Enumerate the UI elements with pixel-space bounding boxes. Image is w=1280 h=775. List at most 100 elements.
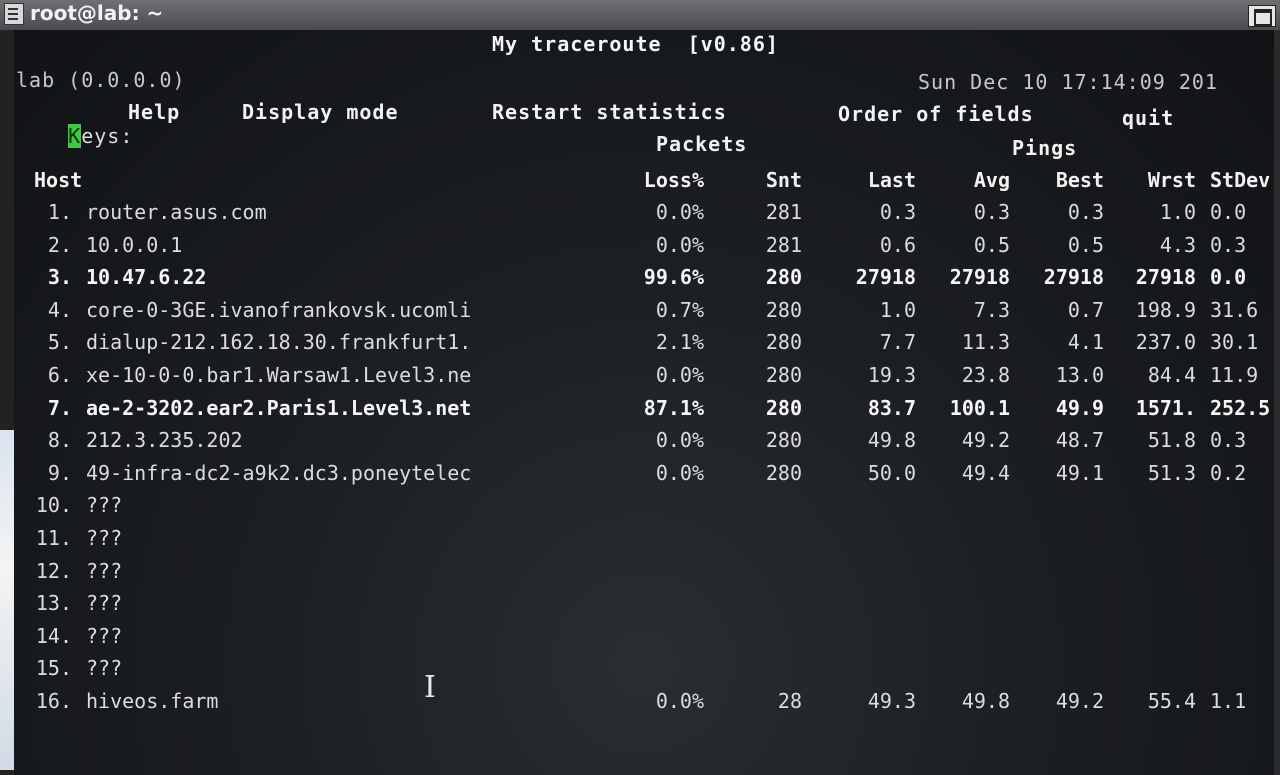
maximize-button[interactable] <box>1248 5 1276 27</box>
hop-snt: 280 <box>765 363 802 387</box>
hop-snt: 281 <box>765 232 802 257</box>
hop-wrst: 84.4 <box>1147 363 1196 387</box>
terminal-icon <box>4 3 24 25</box>
hop-num: 1. <box>47 200 72 224</box>
hop-num: 9. <box>47 460 72 485</box>
col-wrst: Wrst <box>1147 168 1196 192</box>
hop-best: 49.9 <box>1055 395 1104 420</box>
hop-loss: 2.1% <box>655 330 704 355</box>
hop-row: 7. ae-2-3202.ear2.Paris1.Level3.net 87.1% 2… <box>14 396 1274 428</box>
hop-row: 16. hiveos.farm 0.0% 28 49.3 49.8 49.2 55.4 1.1 <box>14 689 1274 721</box>
hop-wrst: 51.3 <box>1147 460 1196 485</box>
key-restart-statistics[interactable]: Restart statistics <box>492 100 727 124</box>
window-titlebar[interactable]: root@lab: ~ <box>0 0 1280 30</box>
timestamp: Sun Dec 10 17:14:09 201 <box>918 70 1218 94</box>
hop-row: 13.??? <box>14 591 1274 623</box>
hop-snt: 280 <box>765 460 802 485</box>
hop-wrst: 4.3 <box>1159 232 1196 257</box>
hop-last: 49.3 <box>867 689 916 713</box>
hop-stdev: 0.3 <box>1210 232 1247 257</box>
hop-loss: 87.1% <box>643 395 704 420</box>
keys-bar: Keys: <box>16 100 133 172</box>
hop-last: 83.7 <box>867 395 916 420</box>
hop-last: 49.8 <box>867 428 916 453</box>
hop-loss: 0.7% <box>655 297 704 322</box>
hop-loss: 0.0% <box>655 428 704 453</box>
hop-best: 49.1 <box>1055 460 1104 485</box>
hop-num: 12. <box>35 558 72 583</box>
hop-host: 10.47.6.22 <box>86 265 207 290</box>
hop-best: 13.0 <box>1055 363 1104 387</box>
hop-row: 2. 10.0.0.1 0.0% 281 0.6 0.5 0.5 4.3 0.3 <box>14 233 1274 265</box>
hop-snt: 280 <box>765 428 802 453</box>
col-host: Host <box>34 168 83 192</box>
hop-avg: 7.3 <box>973 297 1010 322</box>
hop-row: 1. router.asus.com 0.0% 281 0.3 0.3 0.3 1.0 0.0 <box>14 200 1274 232</box>
hop-snt: 280 <box>765 297 802 322</box>
hop-stdev: 0.0 <box>1210 200 1247 224</box>
hop-row: 11.??? <box>14 526 1274 558</box>
hop-num: 16. <box>35 689 72 713</box>
keys-label: eys: <box>81 124 134 148</box>
hop-host: router.asus.com <box>86 200 267 224</box>
hop-host: ae-2-3202.ear2.Paris1.Level3.net <box>86 395 472 420</box>
hop-host: ??? <box>86 493 123 518</box>
hop-snt: 281 <box>765 200 802 224</box>
hop-loss: 0.0% <box>655 460 704 485</box>
hop-loss: 0.0% <box>655 363 704 387</box>
hop-best: 49.2 <box>1055 689 1104 713</box>
hop-avg: 23.8 <box>961 363 1010 387</box>
hop-wrst: 237.0 <box>1135 330 1196 355</box>
hop-row: 4. core-0-3GE.ivanofrankovsk.ucomli 0.7% 28… <box>14 298 1274 330</box>
hop-num: 13. <box>35 591 72 616</box>
window-title: root@lab: ~ <box>30 1 164 25</box>
hop-host: 10.0.0.1 <box>86 232 183 257</box>
key-quit[interactable]: quit <box>1122 106 1174 130</box>
hop-snt: 280 <box>765 330 802 355</box>
terminal-cursor: K <box>68 124 82 148</box>
key-display-mode[interactable]: Display mode <box>242 100 399 124</box>
key-help[interactable]: Help <box>128 100 180 124</box>
hop-last: 0.6 <box>879 232 916 257</box>
hop-snt: 280 <box>765 265 802 290</box>
hop-host: ??? <box>86 656 123 681</box>
hop-avg: 49.2 <box>961 428 1010 453</box>
left-window-edge <box>0 30 14 775</box>
hop-num: 7. <box>47 395 72 420</box>
hop-stdev: 0.3 <box>1210 428 1247 453</box>
hop-stdev: 11.9 <box>1210 363 1259 387</box>
hop-num: 11. <box>35 526 72 550</box>
hop-host: ??? <box>86 623 123 648</box>
hop-best: 4.1 <box>1067 330 1104 355</box>
hop-best: 0.3 <box>1067 200 1104 224</box>
terminal-screen[interactable]: My traceroute [v0.86] lab (0.0.0.0) Sun … <box>14 30 1274 775</box>
hop-host: dialup-212.162.18.30.frankfurt1. <box>86 330 472 355</box>
hop-wrst: 198.9 <box>1135 297 1196 322</box>
text-cursor-ibeam-icon: I <box>424 670 436 705</box>
hop-num: 4. <box>47 297 72 322</box>
hop-stdev: 0.2 <box>1210 460 1247 485</box>
hop-wrst: 1.0 <box>1159 200 1196 224</box>
hop-loss: 0.0% <box>655 232 704 257</box>
pings-group-header: Pings <box>1012 136 1078 160</box>
hop-host: core-0-3GE.ivanofrankovsk.ucomli <box>86 297 472 322</box>
hop-host: ??? <box>86 591 123 616</box>
hop-avg: 100.1 <box>949 395 1010 420</box>
hop-last: 0.3 <box>879 200 916 224</box>
hop-avg: 49.4 <box>961 460 1010 485</box>
hop-wrst: 1571. <box>1135 395 1196 420</box>
hop-wrst: 51.8 <box>1147 428 1196 453</box>
hop-num: 8. <box>47 428 72 453</box>
hop-stdev: 0.0 <box>1210 265 1247 290</box>
hop-avg: 0.5 <box>973 232 1010 257</box>
hop-host: 212.3.235.202 <box>86 428 243 453</box>
hop-loss: 99.6% <box>643 265 704 290</box>
hop-num: 14. <box>35 623 72 648</box>
packets-group-header: Packets <box>656 132 748 156</box>
key-order-of-fields[interactable]: Order of fields <box>838 102 1034 126</box>
col-stdev: StDev <box>1210 168 1271 192</box>
hop-row: 5. dialup-212.162.18.30.frankfurt1. 2.1% 28… <box>14 330 1274 362</box>
hop-num: 2. <box>47 232 72 257</box>
hop-row: 3. 10.47.6.22 99.6% 280 27918 27918 27918 27918… <box>14 265 1274 297</box>
col-snt: Snt <box>765 168 802 192</box>
